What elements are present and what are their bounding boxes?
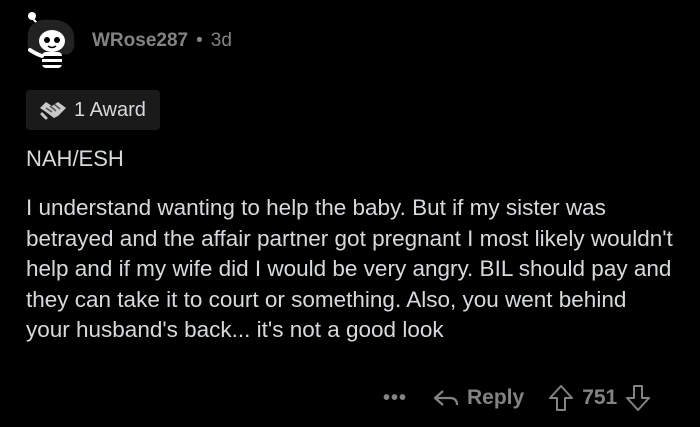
vote-controls: 751 bbox=[548, 384, 651, 412]
upvote-arrow-icon[interactable] bbox=[548, 384, 574, 412]
reply-label: Reply bbox=[467, 386, 525, 409]
comment-header: WRose287 • 3d bbox=[20, 8, 232, 74]
meta-separator: • bbox=[196, 30, 203, 51]
more-options-button[interactable]: ••• bbox=[383, 387, 419, 410]
username-row: WRose287 • 3d bbox=[92, 30, 232, 52]
reply-arrow-icon bbox=[433, 390, 459, 406]
handshake-award-icon bbox=[38, 98, 68, 122]
award-label: 1 Award bbox=[74, 98, 146, 121]
award-badge[interactable]: 1 Award bbox=[26, 90, 160, 130]
user-avatar-icon[interactable] bbox=[20, 10, 82, 72]
comment-verdict: NAH/ESH bbox=[26, 146, 124, 171]
comment-age: 3d bbox=[210, 30, 232, 51]
comment-body: I understand wanting to help the baby. B… bbox=[26, 195, 673, 342]
username-link[interactable]: WRose287 bbox=[92, 30, 188, 52]
comment-actions: ••• Reply 751 bbox=[383, 380, 683, 416]
reply-button[interactable]: Reply bbox=[433, 386, 524, 410]
downvote-arrow-icon[interactable] bbox=[625, 384, 651, 412]
vote-count: 751 bbox=[582, 386, 618, 409]
